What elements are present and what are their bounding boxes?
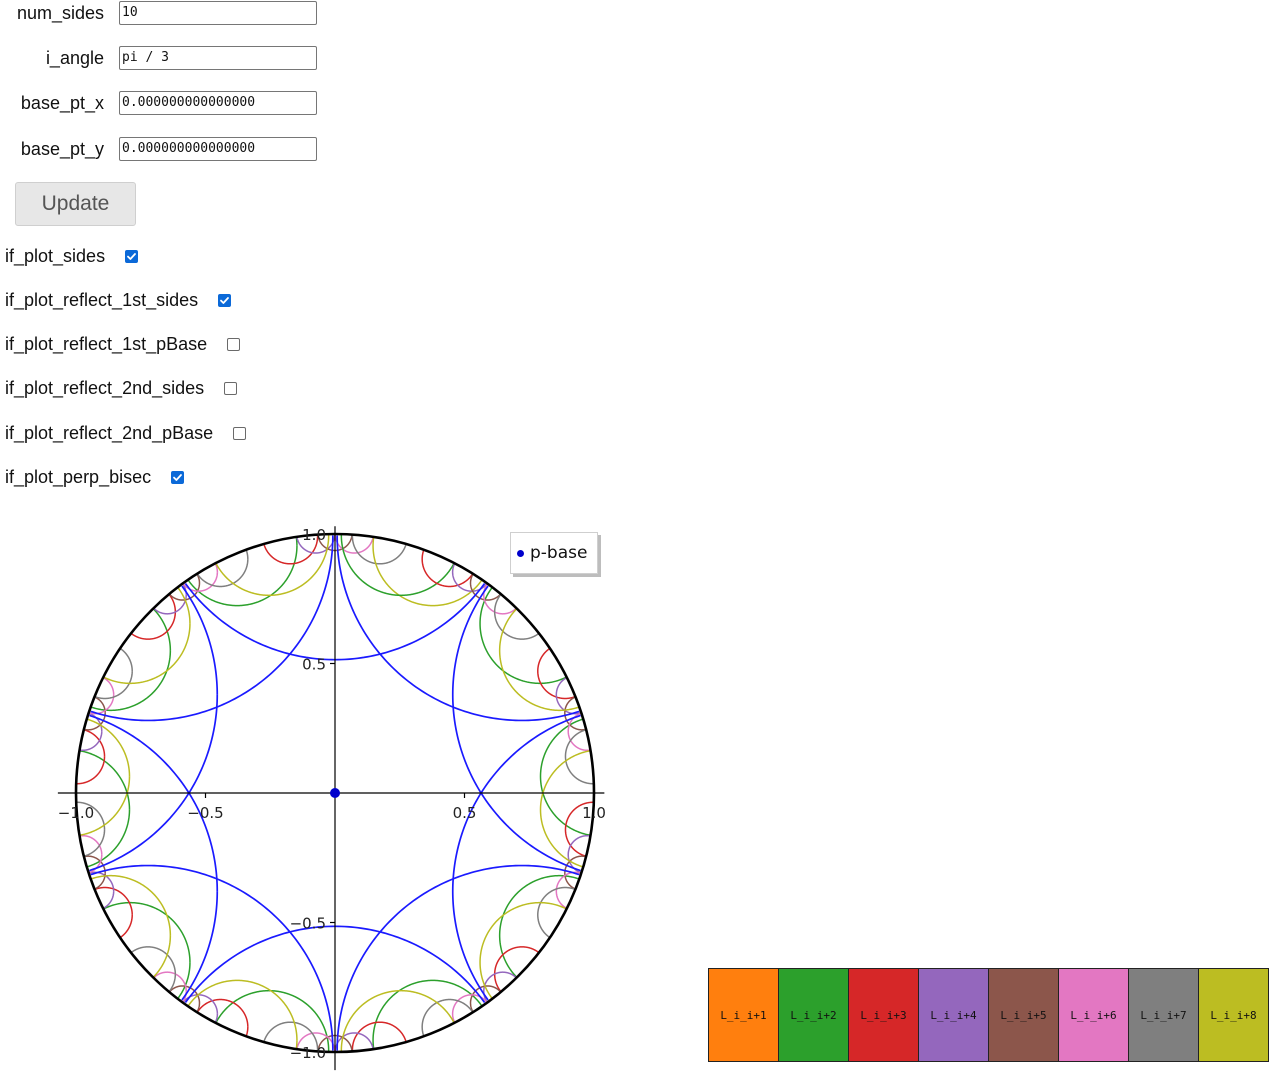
- reflected-side-arc: [177, 962, 191, 999]
- color-swatch: L_i_i+3: [849, 969, 919, 1061]
- y-tick-label: −1.0: [290, 1044, 326, 1062]
- plot-legend: p-base: [510, 532, 598, 574]
- update-button[interactable]: Update: [15, 182, 136, 226]
- y-tick-label: 1.0: [302, 526, 326, 544]
- color-swatch: L_i_i+4: [919, 969, 989, 1061]
- num-sides-label: num_sides: [16, 3, 104, 23]
- x-tick-label: 1.0: [582, 804, 606, 822]
- reflected-side-arc: [479, 587, 567, 685]
- checkbox-if-plot-reflect-2nd-sides[interactable]: [224, 382, 238, 395]
- y-tick-label: 0.5: [302, 656, 326, 674]
- reflected-side-arc: [498, 608, 580, 712]
- reflected-side-arc: [483, 971, 517, 1003]
- hyperbolic-tiling-plot: −1.0 −0.5 0.5 1.0 1.0 0.5 −0.5 −1.0: [58, 526, 606, 1071]
- reflected-side-arc: [483, 583, 517, 615]
- reflected-side-arc: [372, 537, 483, 607]
- checkbox-if-plot-reflect-1st-pbase[interactable]: [227, 338, 241, 351]
- checkbox-row-if-plot-reflect-2nd-pbase: if_plot_reflect_2nd_pBase: [5, 423, 247, 444]
- x-tick-label: 0.5: [453, 804, 477, 822]
- checkbox-row-if-plot-reflect-1st-pbase: if_plot_reflect_1st_pBase: [5, 334, 241, 355]
- reflected-side-arc: [340, 989, 455, 1052]
- color-swatch: L_i_i+7: [1129, 969, 1199, 1061]
- i-angle-input[interactable]: pi / 3: [119, 46, 317, 70]
- reflected-side-arc: [76, 756, 106, 785]
- base-pt-y-input[interactable]: 0.000000000000000: [119, 137, 317, 161]
- reflected-side-arc: [340, 534, 455, 597]
- reflected-side-arc: [245, 1026, 249, 1037]
- reflected-side-arc: [493, 593, 540, 640]
- plot-axes: −1.0 −0.5 0.5 1.0 1.0 0.5 −0.5 −1.0: [58, 526, 606, 1071]
- reflected-side-arc: [493, 946, 540, 993]
- num-sides-input[interactable]: 10: [119, 1, 317, 25]
- reflected-side-arc: [215, 989, 330, 1051]
- checkbox-if-plot-sides[interactable]: [125, 250, 139, 263]
- checkbox-label: if_plot_reflect_1st_pBase: [5, 334, 208, 354]
- color-swatch: L_i_i+2: [779, 969, 849, 1061]
- y-tick-label: −0.5: [290, 915, 326, 933]
- color-swatch: L_i_i+5: [989, 969, 1059, 1061]
- legend-marker-icon: [517, 549, 524, 557]
- polygon-side-arc: [451, 714, 581, 1001]
- checkbox-row-if-plot-reflect-2nd-sides: if_plot_reflect_2nd_sides: [5, 378, 238, 399]
- color-swatch: L_i_i+8: [1199, 969, 1268, 1061]
- checkbox-row-if-plot-reflect-1st-sides: if_plot_reflect_1st_sides: [5, 290, 232, 311]
- reflected-side-arc: [245, 549, 249, 560]
- x-tick-label: −1.0: [58, 804, 94, 822]
- reflected-side-arc: [479, 901, 567, 999]
- i-angle-label: i_angle: [45, 48, 104, 68]
- checkbox-label: if_plot_reflect_1st_sides: [5, 290, 199, 310]
- checkbox-if-plot-reflect-2nd-pbase[interactable]: [233, 427, 247, 440]
- polygon-side-arc: [451, 585, 581, 872]
- legend-label: p-base: [530, 543, 588, 563]
- base-pt-y-label: base_pt_y: [20, 139, 104, 159]
- base-point: [330, 788, 340, 798]
- checkbox-if-plot-reflect-1st-sides[interactable]: [218, 294, 232, 307]
- base-pt-x-label: base_pt_x: [20, 93, 104, 113]
- checkbox-row-if-plot-sides: if_plot_sides: [5, 246, 139, 267]
- checkbox-row-if-plot-perp-bisec: if_plot_perp_bisec: [5, 467, 185, 488]
- x-tick-label: −0.5: [187, 804, 223, 822]
- color-swatch: L_i_i+1: [709, 969, 779, 1061]
- checkbox-label: if_plot_sides: [5, 246, 106, 266]
- reflected-side-arc: [119, 647, 133, 672]
- checkbox-label: if_plot_reflect_2nd_pBase: [5, 423, 214, 443]
- checkbox-label: if_plot_perp_bisec: [5, 467, 152, 487]
- reflected-side-arc: [498, 874, 580, 978]
- base-pt-x-input[interactable]: 0.000000000000000: [119, 91, 317, 115]
- color-key: L_i_i+1 L_i_i+2 L_i_i+3 L_i_i+4 L_i_i+5 L_i_i…: [708, 968, 1269, 1062]
- reflected-side-arc: [372, 979, 483, 1049]
- color-swatch: L_i_i+6: [1059, 969, 1129, 1061]
- checkbox-if-plot-perp-bisec[interactable]: [171, 471, 185, 484]
- reflected-side-arc: [177, 587, 191, 624]
- checkbox-label: if_plot_reflect_2nd_sides: [5, 378, 205, 398]
- reflected-side-arc: [119, 914, 133, 939]
- reflected-side-arc: [215, 535, 330, 597]
